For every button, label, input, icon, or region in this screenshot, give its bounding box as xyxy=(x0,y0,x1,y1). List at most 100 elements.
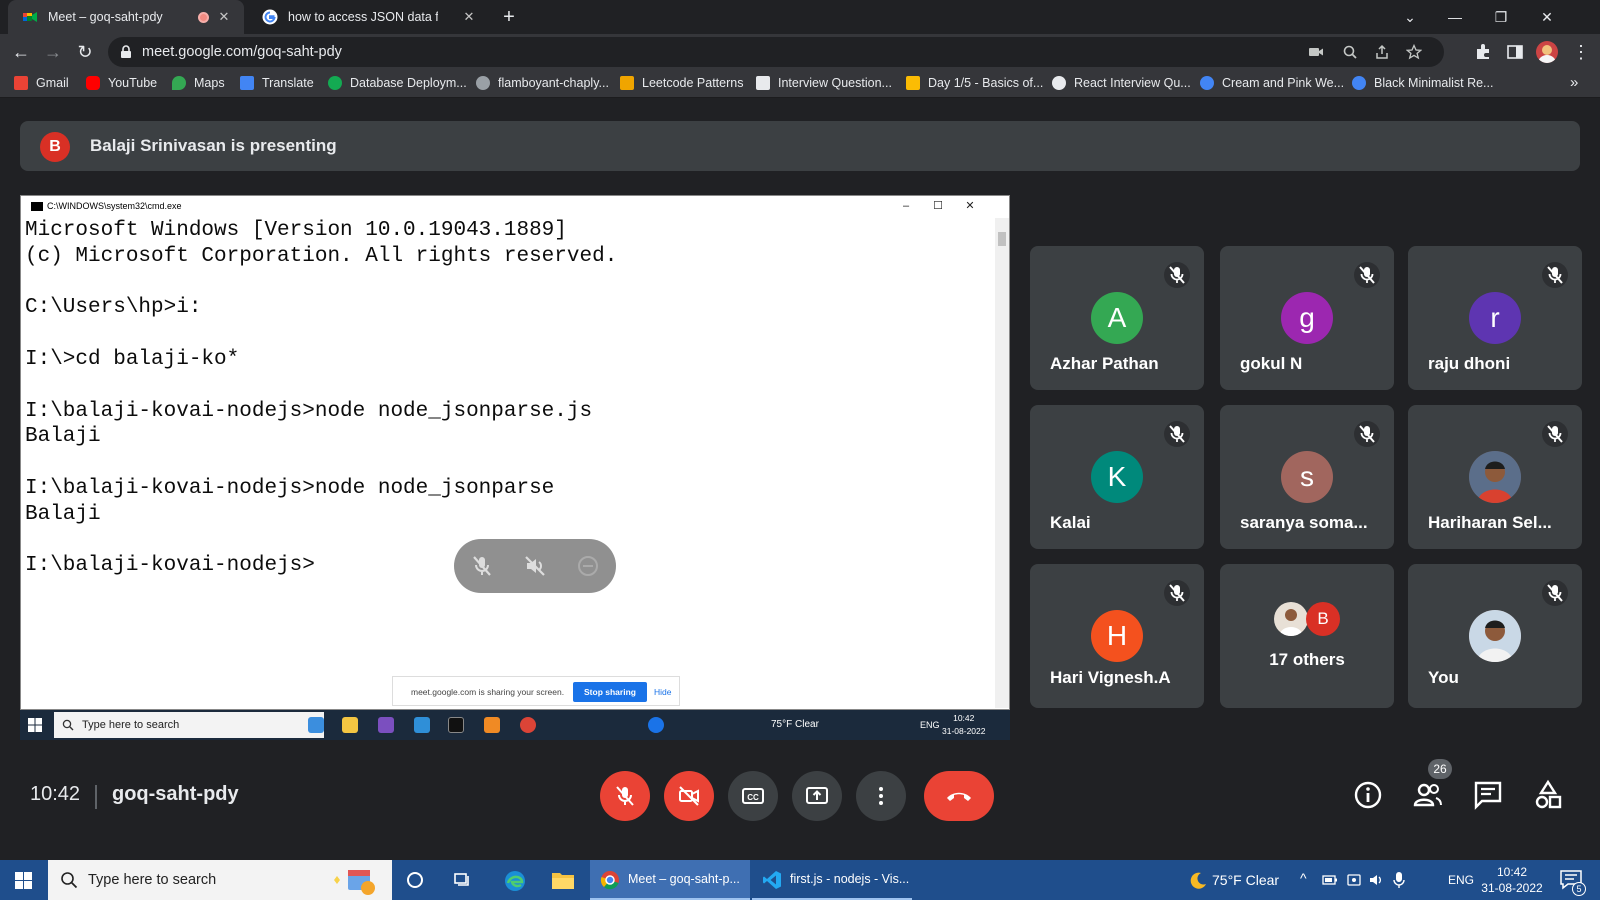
close-tab-icon[interactable]: ✕ xyxy=(217,10,231,24)
chrome-menu-icon[interactable]: ⋮ xyxy=(1568,39,1594,65)
participant-tile[interactable]: H Hari Vignesh.A xyxy=(1030,564,1204,708)
participant-tile[interactable]: B 17 others xyxy=(1220,564,1394,708)
remove-icon xyxy=(578,556,598,576)
bookmark-label: Leetcode Patterns xyxy=(642,76,744,90)
chat-icon[interactable] xyxy=(1472,779,1504,811)
participant-tile[interactable]: r raju dhoni xyxy=(1408,246,1582,390)
side-panel-icon[interactable] xyxy=(1506,43,1524,61)
bookmark-cream[interactable]: Cream and Pink We... xyxy=(1200,76,1344,90)
google-icon xyxy=(262,9,278,25)
bookmark-star-icon[interactable] xyxy=(1406,44,1422,60)
windows-start-icon[interactable] xyxy=(15,872,32,889)
tab-meet[interactable]: Meet – goq-saht-pdy ✕ xyxy=(8,0,244,34)
participant-tile[interactable]: Hariharan Sel... xyxy=(1408,405,1582,549)
mic-off-icon xyxy=(1164,262,1190,288)
minimize-button[interactable]: — xyxy=(1440,4,1470,30)
meet-tray-icon[interactable] xyxy=(1346,872,1362,888)
present-now-button[interactable] xyxy=(792,771,842,821)
leave-call-button[interactable] xyxy=(924,771,994,821)
restore-button[interactable]: ❐ xyxy=(1486,4,1516,30)
participant-tile[interactable]: g gokul N xyxy=(1220,246,1394,390)
bookmark-label: Black Minimalist Re... xyxy=(1374,76,1494,90)
participant-photo xyxy=(1469,610,1521,662)
bookmark-youtube[interactable]: YouTube xyxy=(86,76,157,90)
language-indicator[interactable]: ENG xyxy=(1448,873,1474,887)
cmd-titlebar: C:\WINDOWS\system32\cmd.exe – ☐ ✕ xyxy=(21,196,1009,216)
bookmark-leetcode[interactable]: Leetcode Patterns xyxy=(620,76,743,90)
bookmark-day1[interactable]: Day 1/5 - Basics of... xyxy=(906,76,1043,90)
participant-tile[interactable]: s saranya soma... xyxy=(1220,405,1394,549)
mic-toggle-button[interactable] xyxy=(600,771,650,821)
tab-search-chevron-icon[interactable]: ⌄ xyxy=(1395,4,1425,30)
cmd-line xyxy=(25,450,985,476)
camera-toggle-button[interactable] xyxy=(664,771,714,821)
participant-tile[interactable]: You xyxy=(1408,564,1582,708)
share-icon[interactable] xyxy=(1374,44,1390,60)
cmd-close-icon: ✕ xyxy=(965,200,975,212)
cmd-icon xyxy=(31,202,43,211)
forward-button[interactable]: → xyxy=(40,39,66,65)
bookmark-gmail[interactable]: Gmail xyxy=(14,76,69,90)
address-bar[interactable]: meet.google.com/goq-saht-pdy xyxy=(108,37,1444,67)
battery-icon[interactable] xyxy=(1322,872,1338,888)
more-bookmarks-icon[interactable]: » xyxy=(1570,74,1578,91)
participant-avatar: g xyxy=(1281,292,1333,344)
hide-button: Hide xyxy=(654,687,672,697)
zoom-icon[interactable] xyxy=(1342,44,1358,60)
new-tab-button[interactable]: + xyxy=(498,6,520,28)
captions-icon: CC xyxy=(742,788,764,804)
bookmark-maps[interactable]: Maps xyxy=(172,76,225,90)
reload-button[interactable]: ↻ xyxy=(72,39,98,65)
presenter-banner: B Balaji Srinivasan is presenting xyxy=(20,121,1580,171)
bookmark-database[interactable]: Database Deploym... xyxy=(328,76,467,90)
search-placeholder: Type here to search xyxy=(88,872,217,888)
microphone-icon[interactable] xyxy=(1392,871,1406,889)
camera-in-use-icon[interactable] xyxy=(1308,44,1324,60)
volume-icon[interactable] xyxy=(1368,872,1384,888)
browser-toolbar: ← → ↻ meet.google.com/goq-saht-pdy ⋮ xyxy=(0,34,1600,70)
bookmark-label: React Interview Qu... xyxy=(1074,76,1191,90)
bookmark-flamboyant[interactable]: flamboyant-chaply... xyxy=(476,76,609,90)
extensions-icon[interactable] xyxy=(1474,43,1492,61)
bookmark-react[interactable]: React Interview Qu... xyxy=(1052,76,1191,90)
taskbar-search-box[interactable]: Type here to search xyxy=(48,860,392,900)
people-icon[interactable] xyxy=(1412,779,1444,811)
more-options-button[interactable] xyxy=(856,771,906,821)
file-explorer-icon[interactable] xyxy=(551,870,575,890)
search-icon xyxy=(61,872,78,889)
bookmark-black[interactable]: Black Minimalist Re... xyxy=(1352,76,1493,90)
bookmark-translate[interactable]: Translate xyxy=(240,76,314,90)
captions-button[interactable]: CC xyxy=(728,771,778,821)
taskbar-app-vscode[interactable]: first.js - nodejs - Vis... xyxy=(752,860,912,900)
browser-tab-strip: Meet – goq-saht-pdy ✕ how to access JSON… xyxy=(0,0,1600,34)
bookmark-interview[interactable]: Interview Question... xyxy=(756,76,892,90)
tab-label: Meet – goq-saht-pdy xyxy=(48,10,163,24)
tray-expand-icon[interactable]: ^ xyxy=(1300,870,1307,886)
cortana-icon[interactable] xyxy=(406,871,424,889)
taskbar-weather[interactable]: 75°F Clear xyxy=(1212,872,1279,888)
profile-avatar[interactable] xyxy=(1536,41,1558,63)
participant-tile[interactable]: A Azhar Pathan xyxy=(1030,246,1204,390)
visual-studio-icon xyxy=(378,717,394,733)
taskbar-app-chrome-meet[interactable]: Meet – goq-saht-p... xyxy=(590,860,750,900)
file-explorer-icon xyxy=(342,717,358,733)
cmd-scrollbar xyxy=(995,218,1009,708)
cmd-line: Microsoft Windows [Version 10.0.19043.18… xyxy=(25,219,567,242)
globe-icon xyxy=(1052,76,1066,90)
cmd-maximize-icon: ☐ xyxy=(933,200,943,212)
back-button[interactable]: ← xyxy=(8,39,34,65)
bookmark-label: Maps xyxy=(194,76,225,90)
close-window-button[interactable]: ✕ xyxy=(1532,4,1562,30)
meeting-details-icon[interactable] xyxy=(1352,779,1384,811)
activities-icon[interactable] xyxy=(1532,779,1564,811)
tab-json-search[interactable]: how to access JSON data from n ✕ xyxy=(250,0,486,34)
terminal-icon xyxy=(448,717,464,733)
cmd-line: I:\>cd balaji-ko* xyxy=(25,347,240,371)
meeting-code[interactable]: goq-saht-pdy xyxy=(112,783,239,806)
mic-off-icon xyxy=(1354,262,1380,288)
close-tab-icon[interactable]: ✕ xyxy=(462,10,476,24)
edge-icon[interactable] xyxy=(503,869,527,893)
task-view-icon[interactable] xyxy=(454,871,472,889)
participant-tile[interactable]: K Kalai xyxy=(1030,405,1204,549)
taskbar-clock[interactable]: 10:42 31-08-2022 xyxy=(1476,864,1548,896)
